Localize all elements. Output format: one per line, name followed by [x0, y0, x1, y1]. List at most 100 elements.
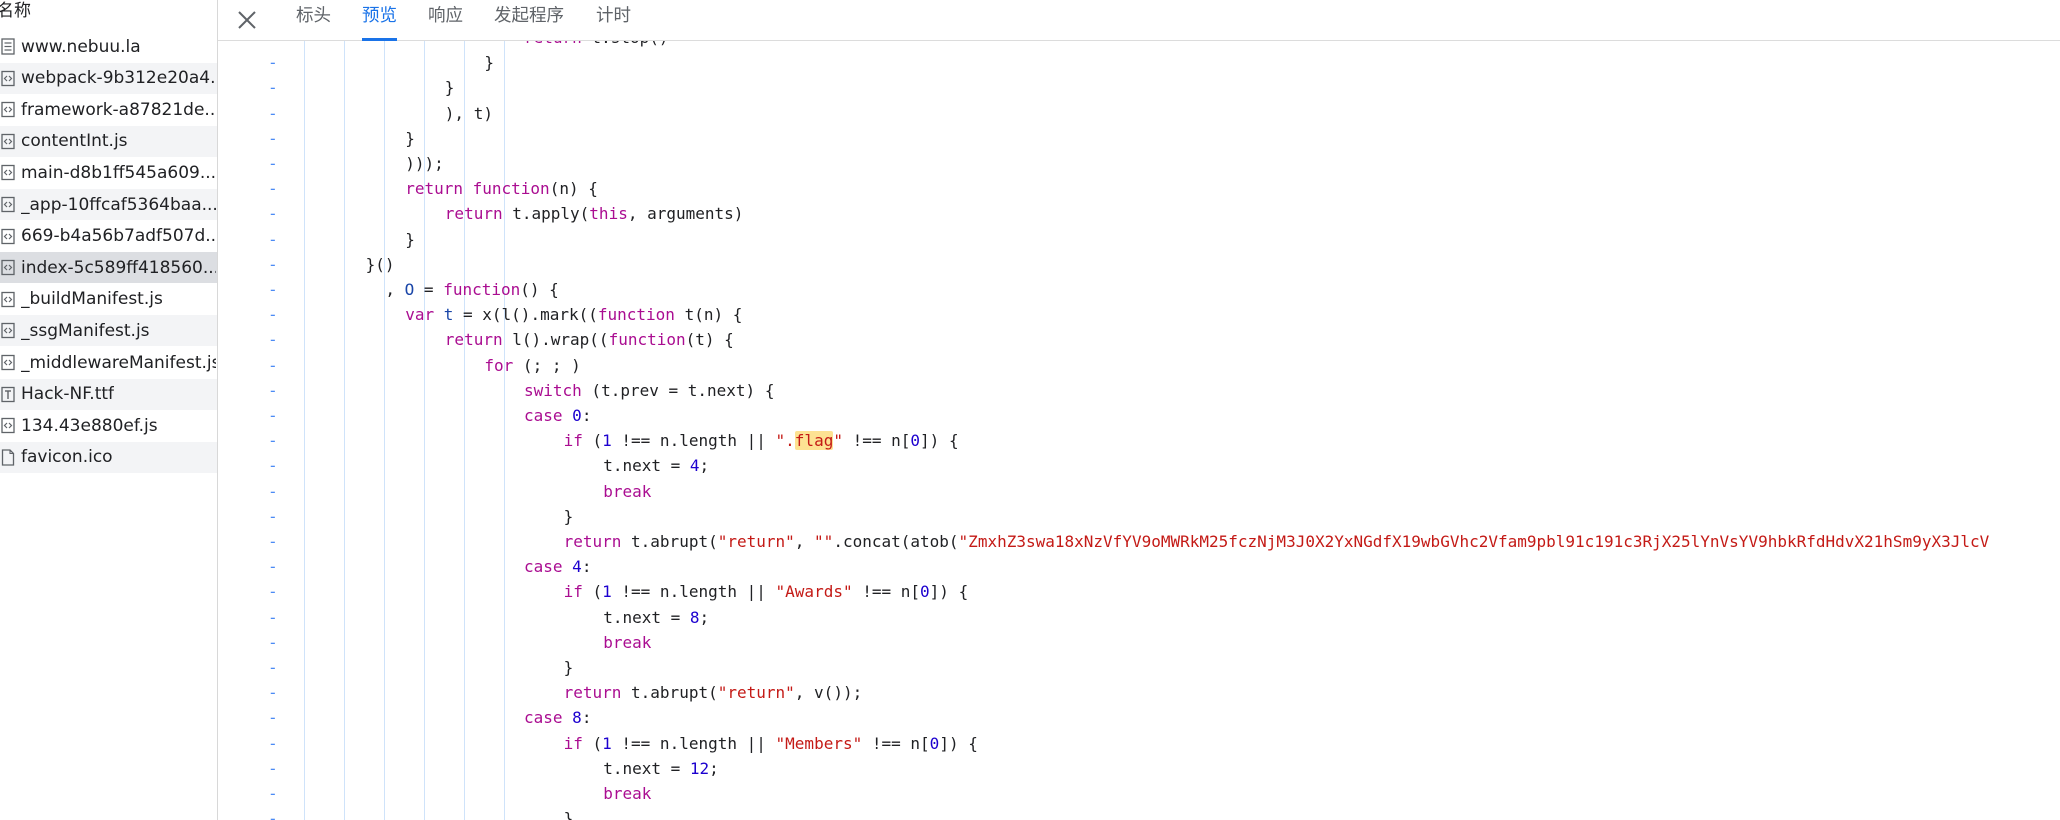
code-token: t.apply(	[502, 204, 590, 224]
tab-preview[interactable]: 预览	[362, 0, 397, 41]
request-row[interactable]: 669-b4a56b7adf507d...	[0, 221, 217, 252]
code-text: return t.apply(this, arguments)	[445, 201, 744, 226]
code-token: 0	[572, 406, 582, 425]
code-line: - break	[218, 781, 2060, 806]
request-name: www.nebuu.la	[21, 36, 141, 57]
request-row[interactable]: main-d8b1ff545a609...	[0, 157, 217, 188]
code-text: , O = function() {	[385, 277, 558, 302]
code-token: switch	[524, 380, 582, 400]
request-name: _ssgManifest.js	[21, 320, 150, 341]
code-token: = x(l().mark((	[453, 305, 598, 325]
code-text: if (1 !== n.length || "Members" !== n[0]…	[564, 731, 978, 756]
code-line: -}	[218, 75, 2060, 100]
code-text: }()	[366, 252, 395, 277]
code-token: ;	[699, 607, 710, 627]
code-text: if (1 !== n.length || "Awards" !== n[0])…	[564, 579, 969, 604]
code-token: ,	[794, 532, 815, 551]
request-row[interactable]: _app-10ffcaf5364baa...	[0, 189, 217, 220]
code-token: }	[405, 229, 415, 249]
code-line: - if (1 !== n.length || "Members" !== n[0…	[218, 731, 2060, 756]
code-text: break	[603, 479, 651, 504]
request-row[interactable]: Hack-NF.ttf	[0, 378, 217, 410]
request-row[interactable]: favicon.ico	[0, 441, 217, 473]
code-line: - t.next = 8;	[218, 605, 2060, 630]
request-name: _app-10ffcaf5364baa...	[21, 194, 216, 215]
request-row[interactable]: contentInt.js	[0, 125, 217, 157]
code-text: t.next = 12;	[603, 756, 719, 781]
request-row[interactable]: _ssgManifest.js	[0, 315, 217, 347]
code-token: "Awards"	[775, 582, 853, 602]
code-preview[interactable]: -return t.stop()-}-}-), t)-}-)));-return…	[218, 41, 2060, 820]
request-name: framework-a87821de...	[21, 99, 216, 120]
script-icon	[1, 323, 15, 339]
request-row[interactable]: index-5c589ff418560...	[0, 252, 217, 284]
name-column-header[interactable]: 名称	[0, 0, 217, 22]
code-line: - return t.stop()	[218, 41, 2060, 50]
code-text: t.next = 4;	[603, 453, 709, 478]
line-gutter-marker: -	[268, 41, 278, 50]
code-text: }	[564, 655, 574, 680]
code-line: - if (1 !== n.length || "Awards" !== n[0]…	[218, 579, 2060, 604]
line-gutter-marker: -	[268, 431, 278, 451]
code-token: t.stop()	[582, 41, 668, 47]
tab-initiator[interactable]: 发起程序	[494, 0, 564, 38]
code-text: break	[603, 781, 651, 806]
request-name: Hack-NF.ttf	[21, 384, 115, 405]
request-row[interactable]: webpack-9b312e20a4...	[0, 62, 217, 94]
code-text: if (1 !== n.length || ".flag" !== n[0]) …	[564, 428, 959, 453]
code-token: !== n[	[862, 733, 930, 753]
request-row[interactable]: 134.43e880ef.js	[0, 410, 217, 441]
line-gutter-marker: -	[268, 809, 278, 820]
request-row[interactable]: _buildManifest.js	[0, 284, 217, 315]
code-token: O	[404, 280, 415, 299]
code-text: }	[564, 806, 574, 820]
code-line: -}	[218, 50, 2060, 75]
close-icon[interactable]	[234, 7, 260, 33]
code-token: function	[597, 305, 675, 325]
code-line: -}()	[218, 252, 2060, 277]
code-token: 4	[572, 557, 582, 577]
code-line: - return t.apply(this, arguments)	[218, 201, 2060, 226]
code-token: ""	[814, 532, 834, 551]
code-text: switch (t.prev = t.next) {	[524, 378, 774, 403]
code-token: 0	[920, 582, 930, 602]
request-row[interactable]: _middlewareManifest.js	[0, 347, 217, 378]
request-row[interactable]: www.nebuu.la	[0, 31, 217, 62]
line-gutter-marker: -	[268, 683, 278, 703]
code-token: , arguments)	[627, 204, 744, 224]
code-token: case	[524, 557, 573, 577]
code-text: return t.stop()	[524, 41, 669, 50]
request-row[interactable]: framework-a87821de...	[0, 94, 217, 125]
file-icon	[1, 449, 15, 466]
code-line: -)));	[218, 151, 2060, 176]
code-text: }	[484, 50, 494, 75]
request-name: 669-b4a56b7adf507d...	[21, 226, 216, 247]
line-gutter-marker: -	[268, 708, 278, 728]
code-token: this	[589, 204, 628, 224]
code-token: !== n.length ||	[611, 582, 776, 602]
code-token: ;	[699, 456, 710, 476]
line-gutter-marker: -	[268, 305, 278, 325]
code-token: t.next =	[603, 758, 690, 778]
code-text: for (; ; )	[484, 353, 580, 378]
code-text: ), t)	[445, 101, 493, 126]
line-gutter-marker: -	[268, 582, 278, 602]
code-token: if	[563, 431, 583, 451]
tab-timing[interactable]: 计时	[596, 0, 631, 38]
name-column-label: 名称	[0, 1, 31, 21]
tab-response[interactable]: 响应	[428, 0, 463, 38]
code-line: - return t.abrupt("return", v());	[218, 680, 2060, 705]
code-line: -), t)	[218, 101, 2060, 126]
tab-headers[interactable]: 标头	[296, 0, 331, 38]
code-token: 8	[689, 607, 700, 627]
line-gutter-marker: -	[268, 355, 278, 375]
code-line: - return function(n) {	[218, 176, 2060, 201]
code-token: 1	[602, 582, 612, 602]
line-gutter-marker: -	[268, 557, 278, 577]
code-token: case	[524, 708, 573, 728]
code-token: break	[603, 784, 652, 803]
line-gutter-marker: -	[268, 456, 278, 476]
script-icon	[1, 291, 15, 307]
code-token: t	[443, 305, 454, 325]
